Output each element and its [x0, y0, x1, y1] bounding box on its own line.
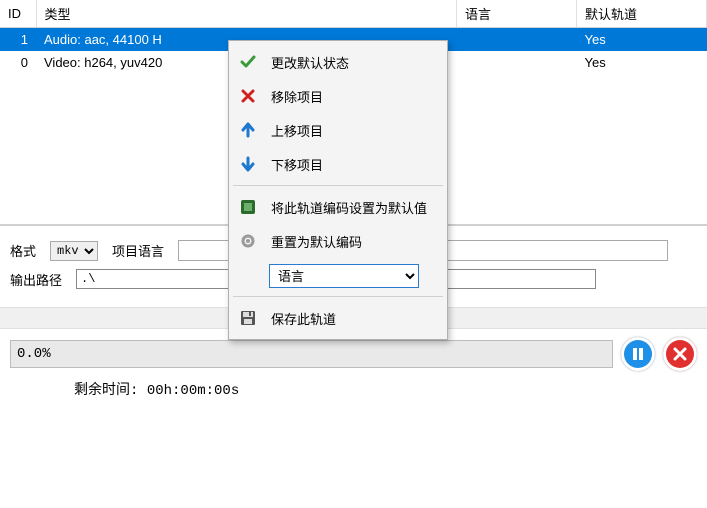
remaining-time: 剩余时间: 00h:00m:00s — [0, 375, 707, 409]
cancel-button[interactable] — [663, 337, 697, 371]
item-lang-label: 项目语言 — [112, 241, 164, 260]
pause-button[interactable] — [621, 337, 655, 371]
format-select[interactable]: mkv — [50, 241, 98, 261]
check-icon — [237, 51, 259, 73]
menu-label: 上移项目 — [271, 121, 323, 140]
menu-move-down[interactable]: 下移项目 — [231, 147, 445, 181]
pause-icon — [631, 347, 645, 361]
menu-save-track[interactable]: 保存此轨道 — [231, 301, 445, 335]
remaining-value: 00h:00m:00s — [147, 383, 239, 399]
remaining-label: 剩余时间: — [74, 383, 147, 399]
col-header-id[interactable]: ID — [0, 0, 36, 28]
menu-label: 保存此轨道 — [271, 309, 336, 328]
menu-change-default[interactable]: 更改默认状态 — [231, 45, 445, 79]
cancel-icon — [673, 347, 687, 361]
menu-label: 下移项目 — [271, 155, 323, 174]
context-menu: 更改默认状态 移除项目 上移项目 下移项目 将此轨道编码设置为默认值 重置为默认… — [228, 40, 448, 340]
floppy-icon — [237, 307, 259, 329]
format-label: 格式 — [10, 241, 36, 260]
cell-id: 1 — [0, 28, 36, 52]
menu-separator — [233, 296, 443, 297]
menu-label: 将此轨道编码设置为默认值 — [271, 198, 427, 217]
cell-lang — [457, 28, 577, 52]
cell-id: 0 — [0, 51, 36, 74]
col-header-type[interactable]: 类型 — [36, 0, 457, 28]
arrow-down-icon — [237, 153, 259, 175]
cell-lang — [457, 51, 577, 74]
menu-language-combo-wrap: 语言 — [269, 264, 437, 288]
col-header-lang[interactable]: 语言 — [457, 0, 577, 28]
gear-icon — [237, 230, 259, 252]
menu-reset-encoding[interactable]: 重置为默认编码 — [231, 224, 445, 258]
col-header-default[interactable]: 默认轨道 — [577, 0, 707, 28]
progress-bar: 0.0% — [10, 340, 613, 368]
progress-text: 0.0% — [17, 346, 51, 362]
menu-separator — [233, 185, 443, 186]
encoding-icon — [237, 196, 259, 218]
menu-label: 重置为默认编码 — [271, 232, 362, 251]
cell-default: Yes — [577, 28, 707, 52]
menu-set-encoding-default[interactable]: 将此轨道编码设置为默认值 — [231, 190, 445, 224]
output-path-label: 输出路径 — [10, 270, 62, 289]
x-icon — [237, 85, 259, 107]
menu-label: 移除项目 — [271, 87, 323, 106]
menu-remove[interactable]: 移除项目 — [231, 79, 445, 113]
cell-default: Yes — [577, 51, 707, 74]
arrow-up-icon — [237, 119, 259, 141]
menu-move-up[interactable]: 上移项目 — [231, 113, 445, 147]
tracks-header-row: ID 类型 语言 默认轨道 — [0, 0, 707, 28]
menu-language-combo[interactable]: 语言 — [269, 264, 419, 288]
menu-label: 更改默认状态 — [271, 53, 349, 72]
